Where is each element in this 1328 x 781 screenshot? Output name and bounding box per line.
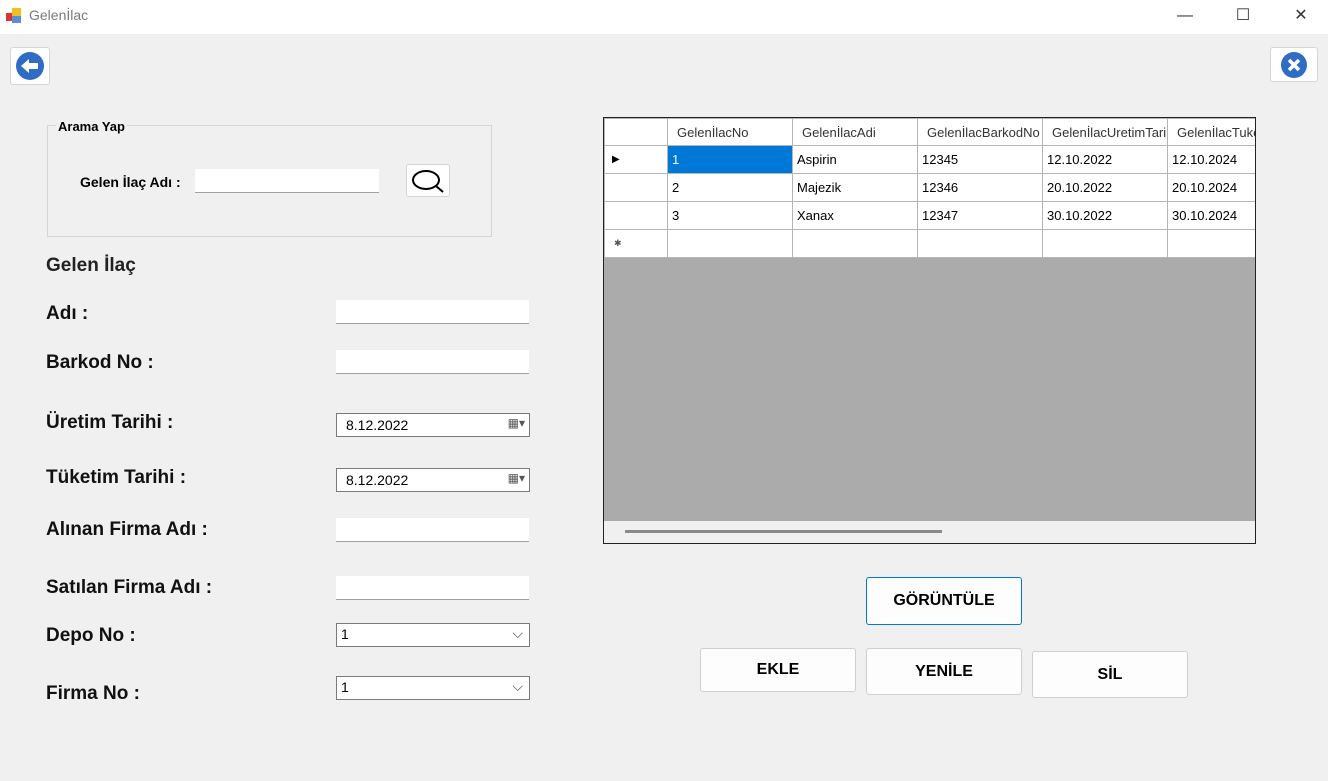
buyer-company-input[interactable] [336,518,529,542]
cell[interactable]: 2 [667,173,793,202]
calendar-icon[interactable]: ▦▾ [508,416,525,430]
expiry-date-picker[interactable]: 8.12.2022 ▦▾ [336,468,530,492]
cell[interactable]: 12347 [917,201,1043,230]
maximize-button[interactable]: ☐ [1220,4,1266,28]
search-input[interactable] [195,169,379,193]
add-button[interactable]: EKLE [700,648,856,692]
column-header[interactable]: GelenİlacUretimTarihi [1042,118,1168,146]
expiry-date-label: Tüketim Tarihi : [46,467,187,488]
section-title: Gelen İlaç [46,255,136,276]
row-selector[interactable] [604,173,668,202]
depot-label: Depo No : [46,625,136,646]
data-grid[interactable]: GelenİlacNo GelenİlacAdi GelenİlacBarkod… [603,117,1256,544]
row-selector[interactable]: ▶ [604,145,668,174]
search-group-label: Arama Yap [56,119,127,134]
barcode-input[interactable] [336,350,529,374]
cell[interactable]: Aspirin [792,145,918,174]
column-header[interactable]: GelenİlacBarkodNo [917,118,1043,146]
column-header[interactable]: GelenİlacNo [667,118,793,146]
close-window-button[interactable]: ✕ [1278,4,1324,28]
column-header[interactable]: GelenİlacAdi [792,118,918,146]
production-date-label: Üretim Tarihi : [46,412,174,433]
barcode-label: Barkod No : [46,352,154,373]
production-date-value: 8.12.2022 [346,417,409,433]
view-button[interactable]: GÖRÜNTÜLE [866,577,1022,625]
cell[interactable] [1167,229,1255,258]
cell[interactable]: 12.10.2024 [1167,145,1255,174]
close-circle-icon [1281,51,1307,78]
exit-button[interactable] [1270,47,1318,82]
company-select[interactable]: 1 ⌵ [336,676,530,700]
grid-table: GelenİlacNo GelenİlacAdi GelenİlacBarkod… [604,118,1255,258]
new-row[interactable]: ✱ [604,229,1255,258]
cell[interactable] [917,229,1043,258]
buyer-company-label: Alınan Firma Adı : [46,519,208,540]
cell[interactable] [1042,229,1168,258]
cell[interactable]: 30.10.2022 [1042,201,1168,230]
window-title: Gelenİlac [29,7,89,23]
cell[interactable] [792,229,918,258]
back-button[interactable] [10,47,50,85]
cell[interactable]: 1 [667,145,793,174]
row-selector[interactable] [604,201,668,230]
search-button[interactable] [406,164,450,197]
cell[interactable]: Majezik [792,173,918,202]
cell[interactable] [667,229,793,258]
cell[interactable]: 3 [667,201,793,230]
title-bar: Gelenİlac — ☐ ✕ [0,0,1328,34]
company-value: 1 [341,679,349,695]
app-icon [6,8,21,23]
new-row-selector[interactable]: ✱ [604,229,668,258]
refresh-button[interactable]: YENİLE [866,648,1022,695]
name-input[interactable] [336,300,529,324]
cell[interactable]: 20.10.2022 [1042,173,1168,202]
seller-company-label: Satılan Firma Adı : [46,577,213,598]
cell[interactable]: 12.10.2022 [1042,145,1168,174]
depot-value: 1 [341,626,349,642]
column-header[interactable]: GelenİlacTuketimTarihi [1167,118,1255,146]
search-icon [412,169,444,193]
horizontal-scrollbar[interactable] [604,521,1255,543]
chevron-down-icon[interactable]: ⌵ [512,625,523,642]
name-label: Adı : [46,303,89,324]
seller-company-input[interactable] [336,576,529,600]
depot-select[interactable]: 1 ⌵ [336,623,530,647]
delete-button[interactable]: SİL [1032,651,1188,698]
scrollbar-thumb[interactable] [625,530,942,533]
calendar-icon[interactable]: ▦▾ [508,471,525,485]
cell[interactable]: 12345 [917,145,1043,174]
cell[interactable]: 12346 [917,173,1043,202]
table-row[interactable]: 3 Xanax 12347 30.10.2022 30.10.2024 [604,201,1255,230]
chevron-down-icon[interactable]: ⌵ [512,678,523,695]
company-label: Firma No : [46,683,140,704]
minimize-button[interactable]: — [1162,4,1208,28]
table-row[interactable]: 2 Majezik 12346 20.10.2022 20.10.2024 [604,173,1255,202]
search-field-label: Gelen İlaç Adı : [80,174,181,190]
cell[interactable]: Xanax [792,201,918,230]
expiry-date-value: 8.12.2022 [346,472,409,488]
cell[interactable]: 20.10.2024 [1167,173,1255,202]
production-date-picker[interactable]: 8.12.2022 ▦▾ [336,413,530,437]
back-arrow-icon [16,52,44,80]
header-row: GelenİlacNo GelenİlacAdi GelenİlacBarkod… [604,118,1255,146]
table-row[interactable]: ▶ 1 Aspirin 12345 12.10.2022 12.10.2024 [604,145,1255,174]
cell[interactable]: 30.10.2024 [1167,201,1255,230]
